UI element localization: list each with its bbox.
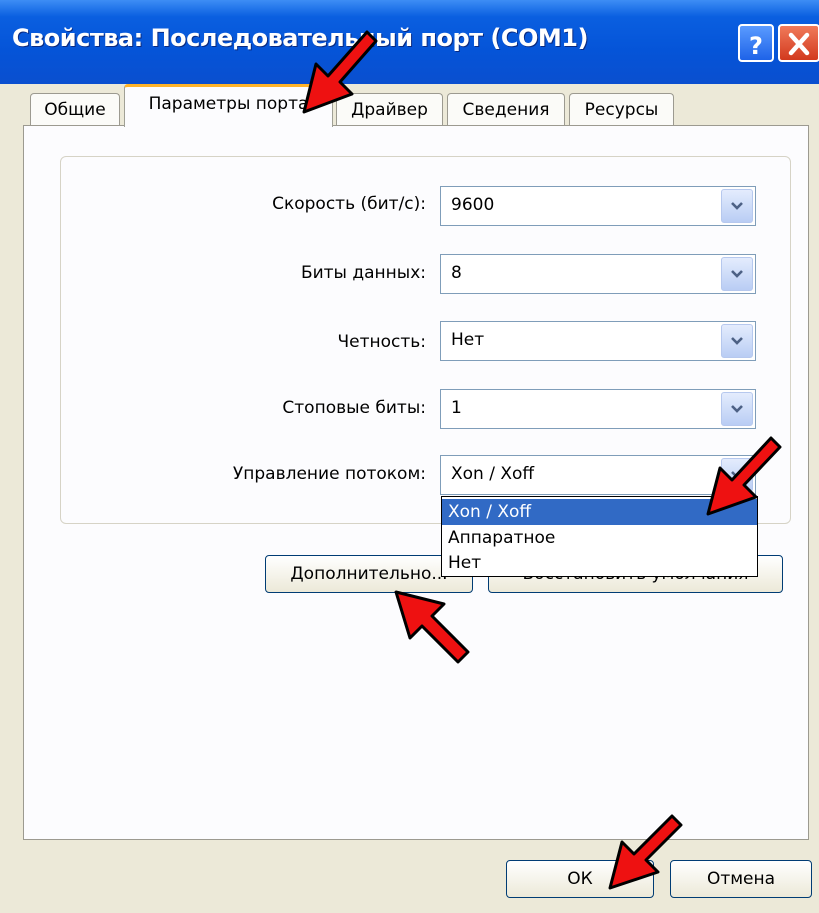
chevron-down-icon[interactable] bbox=[721, 324, 753, 358]
annotation-arrow-icon bbox=[608, 814, 683, 890]
annotation-arrow-icon bbox=[302, 30, 378, 114]
close-icon bbox=[788, 32, 810, 56]
dropdown-option-none[interactable]: Нет bbox=[442, 550, 757, 576]
stop-bits-label: Стоповые биты: bbox=[282, 398, 426, 418]
annotation-arrow-icon bbox=[706, 436, 782, 516]
stop-bits-value: 1 bbox=[451, 398, 462, 418]
stop-bits-combo[interactable]: 1 bbox=[440, 389, 756, 429]
help-button[interactable]: ? bbox=[738, 24, 774, 62]
speed-value: 9600 bbox=[451, 195, 495, 215]
chevron-down-icon[interactable] bbox=[721, 257, 753, 291]
annotation-arrow-icon bbox=[394, 590, 470, 664]
close-button[interactable] bbox=[778, 24, 819, 62]
speed-label: Скорость (бит/с): bbox=[272, 194, 426, 214]
tab-resources[interactable]: Ресурсы bbox=[569, 93, 674, 126]
dropdown-option-hardware[interactable]: Аппаратное bbox=[442, 525, 757, 551]
tab-details[interactable]: Сведения bbox=[447, 93, 565, 126]
speed-combo[interactable]: 9600 bbox=[440, 186, 756, 226]
chevron-down-icon[interactable] bbox=[721, 392, 753, 426]
data-bits-value: 8 bbox=[451, 263, 462, 283]
parity-value: Нет bbox=[451, 330, 485, 350]
data-bits-label: Биты данных: bbox=[300, 263, 426, 283]
tab-general[interactable]: Общие bbox=[30, 93, 120, 126]
chevron-down-icon[interactable] bbox=[721, 189, 753, 223]
parity-combo[interactable]: Нет bbox=[440, 321, 756, 361]
title-bar: Свойства: Последовательный порт (COM1) ? bbox=[0, 0, 819, 84]
flow-control-label: Управление потоком: bbox=[232, 464, 426, 484]
question-icon: ? bbox=[749, 32, 763, 59]
flow-control-value: Xon / Xoff bbox=[451, 464, 535, 484]
cancel-button[interactable]: Отмена bbox=[670, 860, 812, 898]
help-glyph: ? bbox=[749, 32, 763, 59]
parity-label: Четность: bbox=[337, 332, 426, 352]
data-bits-combo[interactable]: 8 bbox=[440, 254, 756, 294]
